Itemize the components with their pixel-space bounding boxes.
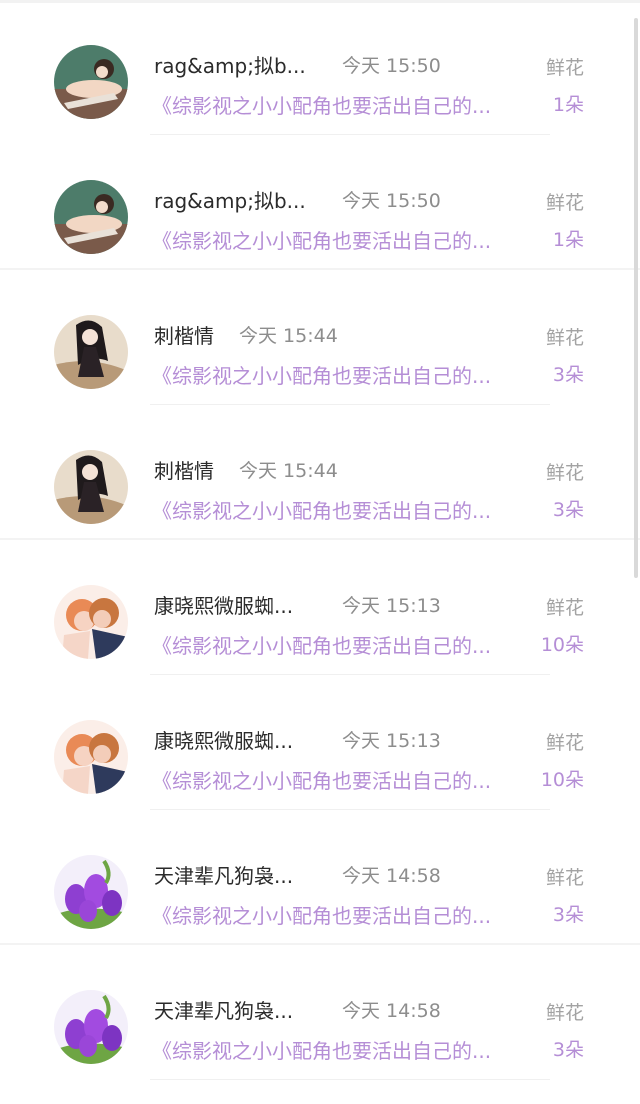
flower-count: 3朵 bbox=[552, 499, 584, 521]
purple-tulip-avatar-icon[interactable] bbox=[54, 990, 128, 1064]
anime-girl-lying-avatar-icon[interactable] bbox=[54, 45, 128, 119]
gift-type-label: 鲜花 bbox=[545, 732, 584, 754]
scrollbar[interactable] bbox=[634, 18, 638, 578]
flower-count: 3朵 bbox=[552, 364, 584, 386]
list-item[interactable]: 天津辈凡狗袅... 今天 14:58 鲜花 《综影视之小小配角也要活出自己的..… bbox=[0, 945, 640, 1080]
gift-type-label: 鲜花 bbox=[545, 192, 584, 214]
flower-count: 3朵 bbox=[552, 1039, 584, 1061]
send-time: 今天 14:58 bbox=[342, 865, 441, 887]
flower-count: 10朵 bbox=[540, 634, 584, 656]
sender-name[interactable]: rag&amp;拟b... bbox=[154, 50, 324, 79]
book-title-link[interactable]: 《综影视之小小配角也要活出自己的... bbox=[152, 90, 532, 119]
anime-couple-avatar-icon[interactable] bbox=[54, 720, 128, 794]
anime-couple-avatar-icon[interactable] bbox=[54, 585, 128, 659]
list-item[interactable]: 康晓熙微服蜘... 今天 15:13 鲜花 《综影视之小小配角也要活出自己的..… bbox=[0, 675, 640, 810]
list-item[interactable]: 刺楷情 今天 15:44 鲜花 《综影视之小小配角也要活出自己的... 3朵 bbox=[0, 270, 640, 405]
send-time: 今天 15:13 bbox=[342, 730, 441, 752]
gift-type-label: 鲜花 bbox=[545, 867, 584, 889]
purple-tulip-avatar-icon[interactable] bbox=[54, 855, 128, 929]
anime-girl-dark-hair-avatar-icon[interactable] bbox=[54, 315, 128, 389]
book-title-link[interactable]: 《综影视之小小配角也要活出自己的... bbox=[152, 495, 532, 524]
send-time: 今天 15:44 bbox=[239, 325, 338, 347]
sender-name[interactable]: 天津辈凡狗袅... bbox=[154, 860, 324, 889]
send-time: 今天 15:50 bbox=[342, 190, 441, 212]
sender-name[interactable]: 天津辈凡狗袅... bbox=[154, 995, 324, 1024]
book-title-link[interactable]: 《综影视之小小配角也要活出自己的... bbox=[152, 1035, 532, 1064]
send-time: 今天 15:13 bbox=[342, 595, 441, 617]
book-title-link[interactable]: 《综影视之小小配角也要活出自己的... bbox=[152, 900, 532, 929]
list-item[interactable]: 刺楷情 今天 15:44 鲜花 《综影视之小小配角也要活出自己的... 3朵 bbox=[0, 405, 640, 540]
list-item[interactable]: 康晓熙微服蜘... 今天 15:13 鲜花 《综影视之小小配角也要活出自己的..… bbox=[0, 540, 640, 675]
flower-count: 10朵 bbox=[540, 769, 584, 791]
flower-count: 1朵 bbox=[552, 94, 584, 116]
book-title-link[interactable]: 《综影视之小小配角也要活出自己的... bbox=[152, 630, 532, 659]
gift-type-label: 鲜花 bbox=[545, 1002, 584, 1024]
list-item[interactable]: rag&amp;拟b... 今天 15:50 鲜花 《综影视之小小配角也要活出自… bbox=[0, 135, 640, 270]
book-title-link[interactable]: 《综影视之小小配角也要活出自己的... bbox=[152, 225, 532, 254]
list-item[interactable]: rag&amp;拟b... 今天 15:50 鲜花 《综影视之小小配角也要活出自… bbox=[0, 0, 640, 135]
send-time: 今天 15:50 bbox=[342, 55, 441, 77]
row-divider bbox=[150, 1079, 550, 1080]
sender-name[interactable]: rag&amp;拟b... bbox=[154, 185, 324, 214]
gift-type-label: 鲜花 bbox=[545, 462, 584, 484]
list-item[interactable]: 天津辈凡狗袅... 今天 14:58 鲜花 《综影视之小小配角也要活出自己的..… bbox=[0, 810, 640, 945]
flower-count: 3朵 bbox=[552, 904, 584, 926]
gift-type-label: 鲜花 bbox=[545, 57, 584, 79]
send-time: 今天 14:58 bbox=[342, 1000, 441, 1022]
sender-name[interactable]: 康晓熙微服蜘... bbox=[154, 725, 324, 754]
sender-name[interactable]: 康晓熙微服蜘... bbox=[154, 590, 324, 619]
book-title-link[interactable]: 《综影视之小小配角也要活出自己的... bbox=[152, 360, 532, 389]
flower-count: 1朵 bbox=[552, 229, 584, 251]
gift-type-label: 鲜花 bbox=[545, 327, 584, 349]
book-title-link[interactable]: 《综影视之小小配角也要活出自己的... bbox=[152, 765, 532, 794]
send-time: 今天 15:44 bbox=[239, 460, 338, 482]
anime-girl-dark-hair-avatar-icon[interactable] bbox=[54, 450, 128, 524]
anime-girl-lying-avatar-icon[interactable] bbox=[54, 180, 128, 254]
gift-type-label: 鲜花 bbox=[545, 597, 584, 619]
